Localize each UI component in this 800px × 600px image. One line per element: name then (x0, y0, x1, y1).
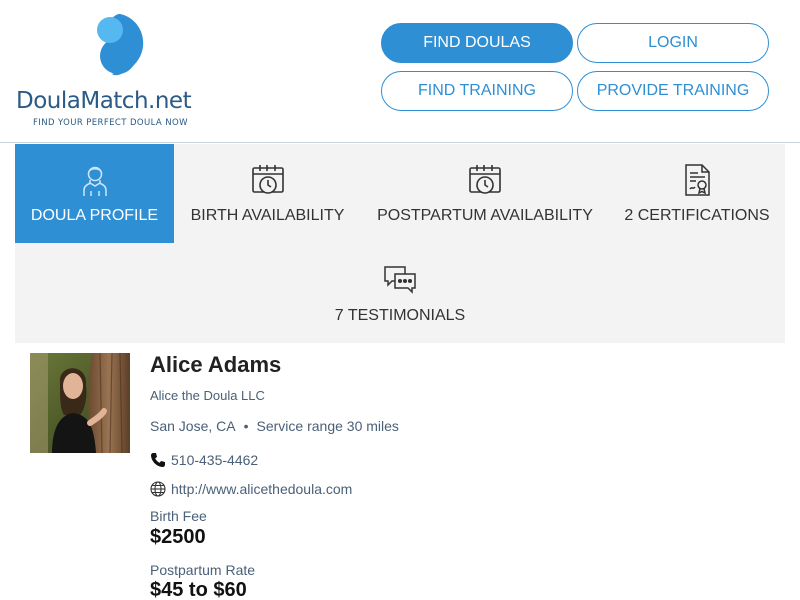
tab-label: POSTPARTUM AVAILABILITY (377, 207, 593, 224)
calendar-clock-icon (468, 162, 502, 198)
logo-wordmark: DoulaMatch.net (16, 88, 192, 114)
birth-fee-label: Birth Fee (150, 508, 207, 524)
find-training-button[interactable]: FIND TRAINING (381, 71, 573, 111)
website-row[interactable]: http://www.alicethedoula.com (150, 481, 352, 497)
login-button[interactable]: LOGIN (577, 23, 769, 63)
doula-photo (30, 353, 130, 453)
phone-row[interactable]: 510-435-4462 (150, 452, 258, 468)
calendar-clock-icon (251, 162, 285, 198)
tab-postpartum-availability[interactable]: POSTPARTUM AVAILABILITY (361, 144, 609, 243)
service-range-text: Service range 30 miles (256, 418, 399, 434)
certificate-icon (680, 162, 714, 198)
tab-testimonials[interactable]: 7 TESTIMONIALS (315, 244, 485, 343)
site-logo[interactable]: DoulaMatch.net FIND YOUR PERFECT DOULA N… (16, 12, 221, 132)
website-link[interactable]: http://www.alicethedoula.com (171, 481, 352, 497)
site-header: DoulaMatch.net FIND YOUR PERFECT DOULA N… (0, 0, 800, 143)
location-text: San Jose, CA (150, 418, 236, 434)
profile-tabs: DOULA PROFILE BIRTH AVAILABILITY POSTPAR… (15, 144, 785, 343)
phone-number[interactable]: 510-435-4462 (171, 452, 258, 468)
logo-drop-icon (97, 14, 144, 76)
tab-label: BIRTH AVAILABILITY (190, 207, 345, 224)
tab-birth-availability[interactable]: BIRTH AVAILABILITY (174, 144, 361, 243)
provide-training-button[interactable]: PROVIDE TRAINING (577, 71, 769, 111)
find-doulas-button[interactable]: FIND DOULAS (381, 23, 573, 63)
postpartum-rate-value: $45 to $60 (150, 579, 247, 600)
chat-bubbles-icon (383, 262, 417, 298)
tab-label: DOULA PROFILE (30, 207, 159, 224)
location-line: San Jose, CA • Service range 30 miles (150, 418, 399, 434)
postpartum-rate-label: Postpartum Rate (150, 562, 256, 578)
tab-certifications[interactable]: 2 CERTIFICATIONS (609, 144, 785, 243)
birth-fee-value: $2500 (150, 526, 206, 548)
doula-name: Alice Adams (150, 352, 282, 377)
phone-icon (150, 452, 166, 468)
business-name: Alice the Doula LLC (150, 388, 265, 403)
tab-doula-profile[interactable]: DOULA PROFILE (15, 144, 174, 243)
tab-label: 7 TESTIMONIALS (334, 307, 466, 324)
doula-avatar-icon (78, 162, 112, 198)
separator-dot: • (243, 418, 249, 434)
tab-label: 2 CERTIFICATIONS (624, 207, 770, 224)
logo-tagline: FIND YOUR PERFECT DOULA NOW (33, 118, 188, 128)
globe-icon (150, 481, 166, 497)
